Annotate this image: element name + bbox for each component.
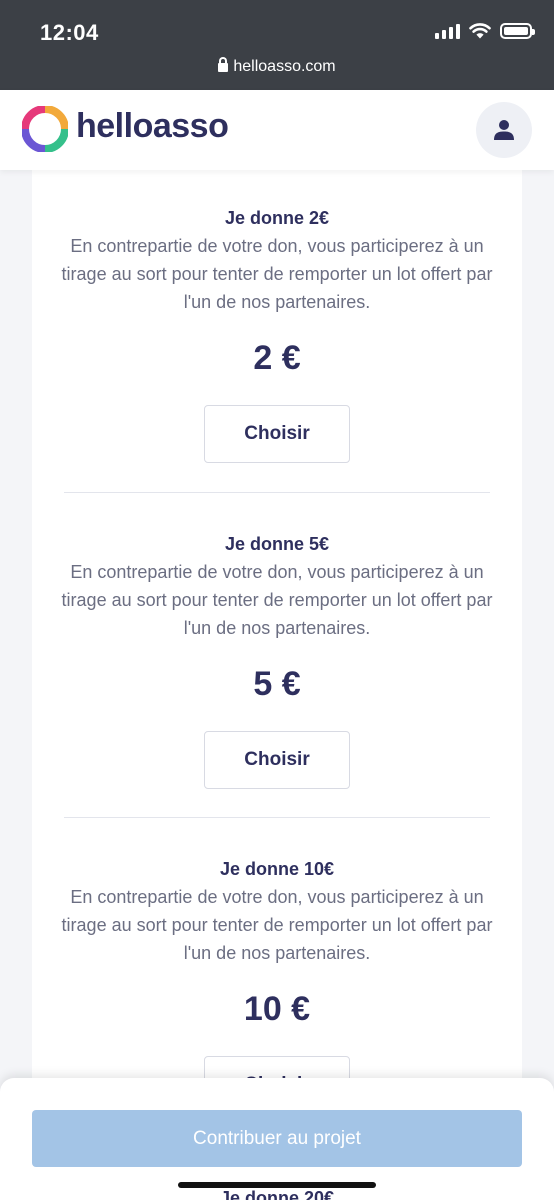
status-time: 12:04 <box>40 20 99 45</box>
url-text: helloasso.com <box>233 58 336 75</box>
offer-title: Je donne 10€ <box>219 859 335 879</box>
offer-description-text: En contrepartie de votre don, vous parti… <box>61 236 493 312</box>
site-header: helloasso <box>0 90 554 170</box>
wifi-icon <box>469 23 491 39</box>
status-bar: 12:04 helloasso.com <box>0 0 554 90</box>
offer-title: Je donne 5€ <box>224 534 330 554</box>
logo-text[interactable]: helloasso <box>76 107 229 146</box>
next-offer-title-peek: Je donne 20€ <box>219 1188 335 1200</box>
choose-button[interactable]: Choisir <box>204 405 350 463</box>
offer-description: En contrepartie de votre don, vous parti… <box>32 232 522 316</box>
system-icons <box>435 22 535 39</box>
offer-description: En contrepartie de votre don, vous parti… <box>32 558 522 642</box>
offer-amount: 10 € <box>243 990 311 1028</box>
battery-icon <box>500 22 535 39</box>
divider <box>64 817 490 818</box>
divider <box>64 492 490 493</box>
choose-button[interactable]: Choisir <box>204 731 350 789</box>
offer-description: En contrepartie de votre don, vous parti… <box>32 883 522 967</box>
offer-title: Je donne 2€ <box>224 208 330 228</box>
offer-amount: 5 € <box>253 665 301 703</box>
offer-item: Je donne 10€ En contrepartie de votre do… <box>32 855 522 1114</box>
contribute-button[interactable]: Contribuer au projet <box>32 1110 522 1167</box>
signal-icon <box>435 23 460 39</box>
offers-card: Je donne 2€ En contrepartie de votre don… <box>32 170 522 1200</box>
offer-description-text: En contrepartie de votre don, vous parti… <box>61 562 493 638</box>
user-icon <box>494 120 514 140</box>
offer-description-text: En contrepartie de votre don, vous parti… <box>61 887 493 963</box>
home-indicator <box>178 1182 376 1188</box>
offer-item: Je donne 2€ En contrepartie de votre don… <box>32 204 522 463</box>
profile-button[interactable] <box>476 102 532 158</box>
lock-icon <box>218 57 229 72</box>
url-bar[interactable]: helloasso.com <box>0 57 554 76</box>
bottom-action-bar: Contribuer au projet Je donne 20€ <box>0 1078 554 1200</box>
offer-item: Je donne 5€ En contrepartie de votre don… <box>32 530 522 789</box>
helloasso-logo-icon[interactable] <box>22 106 68 152</box>
offer-amount: 2 € <box>253 339 301 377</box>
